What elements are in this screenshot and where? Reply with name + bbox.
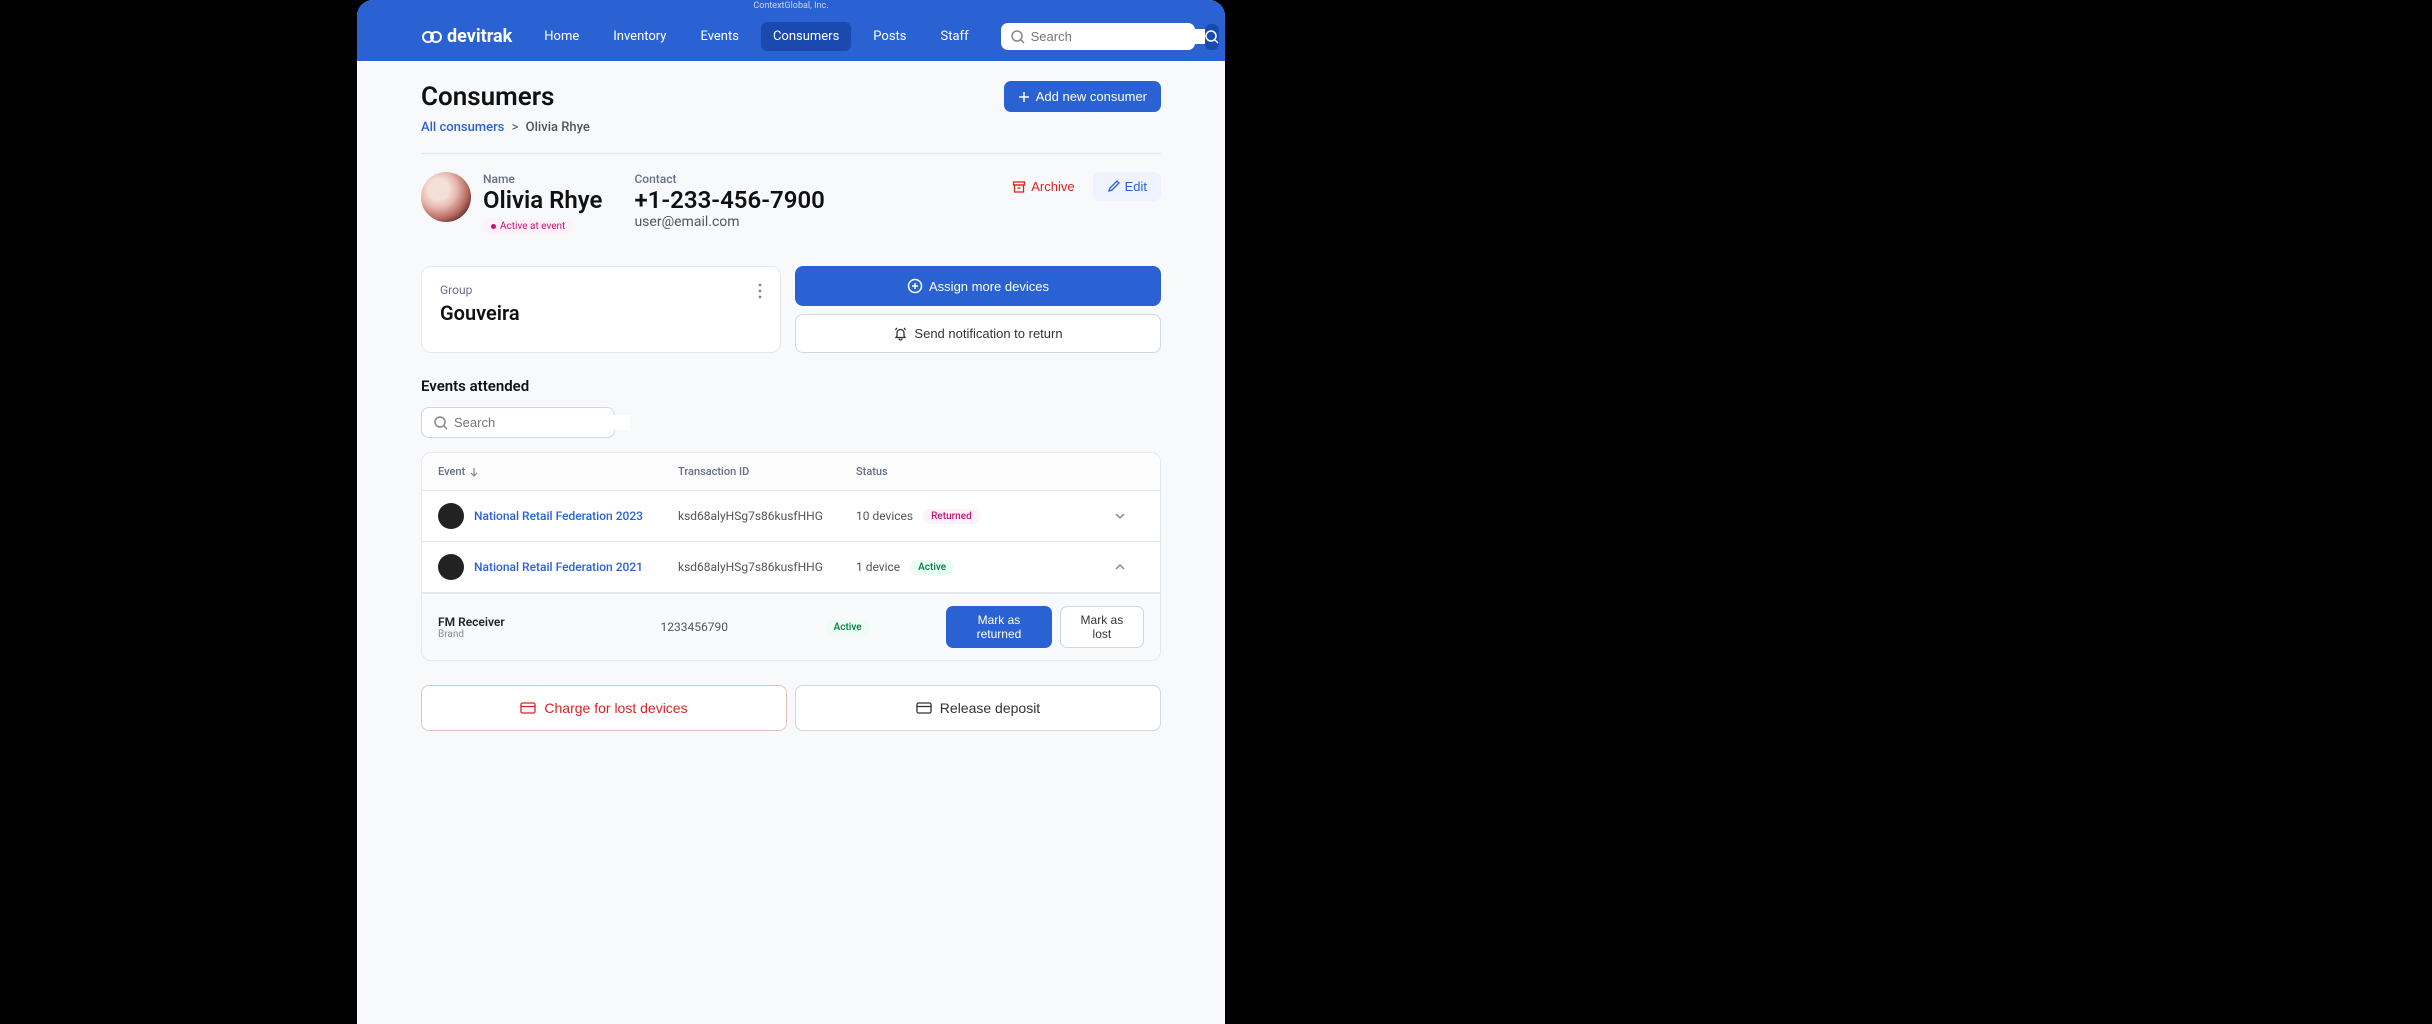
collapse-row-button[interactable] xyxy=(1086,560,1126,574)
page-title: Consumers xyxy=(421,82,554,112)
group-more-button[interactable] xyxy=(758,283,762,303)
status-badge: Active at event xyxy=(483,219,573,234)
device-count: 1 device xyxy=(856,560,900,574)
th-event[interactable]: Event xyxy=(438,465,678,478)
nav-consumers[interactable]: Consumers xyxy=(761,22,851,51)
nav-events[interactable]: Events xyxy=(688,22,750,51)
credit-card-icon xyxy=(916,702,932,714)
breadcrumb-current: Olivia Rhye xyxy=(526,120,590,135)
group-card: Group Gouveira xyxy=(421,266,781,353)
device-name: FM Receiver xyxy=(438,615,505,629)
search-button[interactable] xyxy=(1205,24,1219,50)
events-search-field[interactable] xyxy=(454,415,630,430)
more-vertical-icon xyxy=(758,283,762,299)
events-search-input[interactable] xyxy=(421,407,615,438)
email-value: user@email.com xyxy=(634,214,824,230)
add-consumer-button[interactable]: Add new consumer xyxy=(1004,81,1161,112)
logo-icon xyxy=(421,31,443,43)
th-transaction: Transaction ID xyxy=(678,465,856,478)
th-status: Status xyxy=(856,465,1086,478)
notify-button[interactable]: Send notification to return xyxy=(795,314,1161,353)
mark-lost-button[interactable]: Mark as lost xyxy=(1060,606,1144,648)
events-attended-title: Events attended xyxy=(421,377,1161,395)
events-table: Event Transaction ID Status National Ret… xyxy=(421,452,1161,661)
contact-label: Contact xyxy=(634,172,824,186)
header: devitrak Home Inventory Events Consumers… xyxy=(357,12,1225,61)
credit-card-icon xyxy=(520,702,536,714)
device-brand: Brand xyxy=(438,629,464,640)
event-link[interactable]: National Retail Federation 2021 xyxy=(474,560,643,574)
event-link[interactable]: National Retail Federation 2023 xyxy=(474,509,643,523)
nav-staff[interactable]: Staff xyxy=(929,22,981,51)
nav-posts[interactable]: Posts xyxy=(861,22,918,51)
search-icon xyxy=(434,416,448,430)
logo[interactable]: devitrak xyxy=(421,26,512,47)
sort-down-icon xyxy=(469,467,479,477)
archive-icon xyxy=(1012,180,1026,194)
avatar xyxy=(421,172,471,222)
table-row: National Retail Federation 2023 ksd68aly… xyxy=(422,491,1160,542)
device-status-pill: Active xyxy=(826,620,870,635)
release-deposit-button[interactable]: Release deposit xyxy=(795,685,1161,731)
expanded-row: FM Receiver Brand 1233456790 Active Mark… xyxy=(422,593,1160,660)
search-icon xyxy=(1011,30,1025,44)
nav-home[interactable]: Home xyxy=(532,22,591,51)
transaction-id: ksd68alyHSg7s86kusfHHG xyxy=(678,509,823,523)
search-field[interactable] xyxy=(1031,29,1207,44)
search-input[interactable] xyxy=(1001,23,1195,50)
group-value: Gouveira xyxy=(440,301,520,325)
edit-button[interactable]: Edit xyxy=(1093,172,1161,201)
archive-button[interactable]: Archive xyxy=(1002,172,1084,201)
breadcrumb-root[interactable]: All consumers xyxy=(421,120,504,135)
group-label: Group xyxy=(440,283,520,297)
chevron-up-icon xyxy=(1114,563,1126,571)
event-avatar xyxy=(438,554,464,580)
assign-devices-button[interactable]: Assign more devices xyxy=(795,266,1161,306)
phone-value: +1-233-456-7900 xyxy=(634,186,824,214)
bell-icon xyxy=(893,326,908,341)
event-avatar xyxy=(438,503,464,529)
status-pill: Returned xyxy=(923,509,980,524)
plus-circle-icon xyxy=(907,278,923,294)
pencil-icon xyxy=(1107,180,1120,193)
transaction-id: ksd68alyHSg7s86kusfHHG xyxy=(678,560,823,574)
name-value: Olivia Rhye xyxy=(483,186,602,214)
expand-row-button[interactable] xyxy=(1086,509,1126,523)
breadcrumb: All consumers > Olivia Rhye xyxy=(421,120,1161,135)
nav-inventory[interactable]: Inventory xyxy=(601,22,678,51)
device-serial: 1233456790 xyxy=(661,620,728,634)
company-bar: ContextGlobal, Inc. xyxy=(357,0,1225,12)
plus-icon xyxy=(1018,91,1030,103)
mark-returned-button[interactable]: Mark as returned xyxy=(946,606,1052,648)
logo-text: devitrak xyxy=(447,26,512,47)
chevron-down-icon xyxy=(1114,512,1126,520)
name-label: Name xyxy=(483,172,602,186)
device-count: 10 devices xyxy=(856,509,913,523)
status-pill: Active xyxy=(910,560,954,575)
table-row: National Retail Federation 2021 ksd68aly… xyxy=(422,542,1160,593)
charge-lost-button[interactable]: Charge for lost devices xyxy=(421,685,787,731)
